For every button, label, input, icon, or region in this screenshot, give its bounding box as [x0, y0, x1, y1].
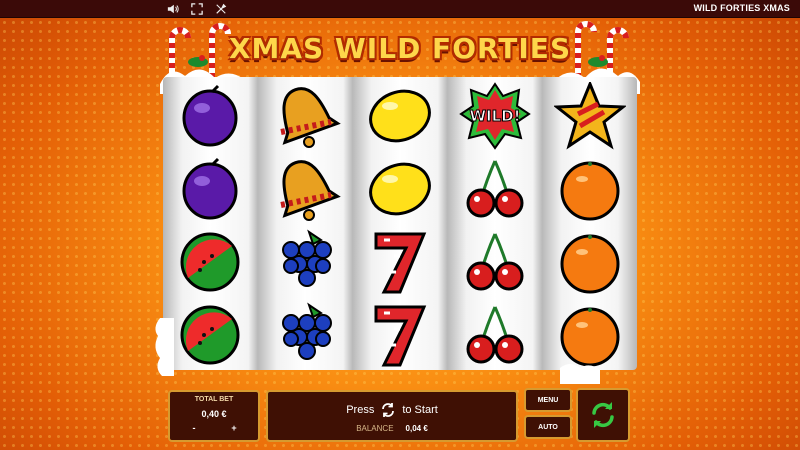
symbol-grapes: [258, 225, 353, 298]
snow-decoration-right: [560, 364, 600, 384]
decrease-bet-button[interactable]: -: [184, 423, 204, 437]
snow-decoration-left: [155, 318, 174, 376]
symbol-bell: [258, 152, 353, 225]
speaker-icon[interactable]: [166, 2, 180, 16]
menu-button[interactable]: MENU: [524, 388, 572, 412]
bottom-control-bar: TOTAL BET 0,40 € - + Press to Start BALA…: [160, 385, 640, 445]
reel-5: [542, 77, 637, 370]
symbol-seven: [353, 225, 448, 298]
reel-3: [353, 77, 448, 370]
spin-icon: [592, 402, 614, 428]
symbol-bell: [258, 79, 353, 152]
game-title: WILD FORTIES XMAS: [693, 3, 790, 13]
symbol-watermelon: [163, 225, 258, 298]
symbol-plum: [163, 79, 258, 152]
symbol-cherries: [447, 152, 542, 225]
balance-value: 0,04 €: [405, 424, 428, 433]
symbol-plum: [163, 152, 258, 225]
settings-tool-icon[interactable]: [214, 2, 228, 16]
total-bet-label: TOTAL BET: [194, 396, 234, 403]
reels-area: WILD!: [163, 77, 637, 370]
symbol-grapes: [258, 298, 353, 370]
balance-label: BALANCE: [356, 424, 394, 433]
symbol-lemon: [353, 79, 448, 152]
top-bar: WILD FORTIES XMAS: [0, 0, 800, 18]
spin-arrows-icon: [382, 403, 395, 417]
fullscreen-icon[interactable]: [190, 2, 204, 16]
increase-bet-button[interactable]: +: [224, 423, 244, 437]
start-panel[interactable]: Press to Start BALANCE 0,04 €: [266, 390, 518, 442]
symbol-cherries: [447, 225, 542, 298]
spin-button[interactable]: [576, 388, 630, 442]
symbol-lemon: [353, 152, 448, 225]
symbol-wild: WILD!: [447, 79, 542, 152]
total-bet-value: 0,40 €: [201, 409, 227, 419]
symbol-star: [542, 79, 637, 152]
autoplay-button[interactable]: AUTO: [524, 415, 572, 439]
symbol-orange: [542, 152, 637, 225]
press-text: Press: [346, 404, 375, 416]
total-bet-panel: TOTAL BET 0,40 € - +: [168, 390, 260, 442]
symbol-seven: [353, 298, 448, 370]
to-start-text: to Start: [402, 404, 438, 416]
reel-4: WILD!: [447, 77, 542, 370]
wild-text: WILD!: [469, 107, 520, 125]
symbol-cherries: [447, 298, 542, 370]
symbol-orange: [542, 225, 637, 298]
reel-2: [258, 77, 353, 370]
